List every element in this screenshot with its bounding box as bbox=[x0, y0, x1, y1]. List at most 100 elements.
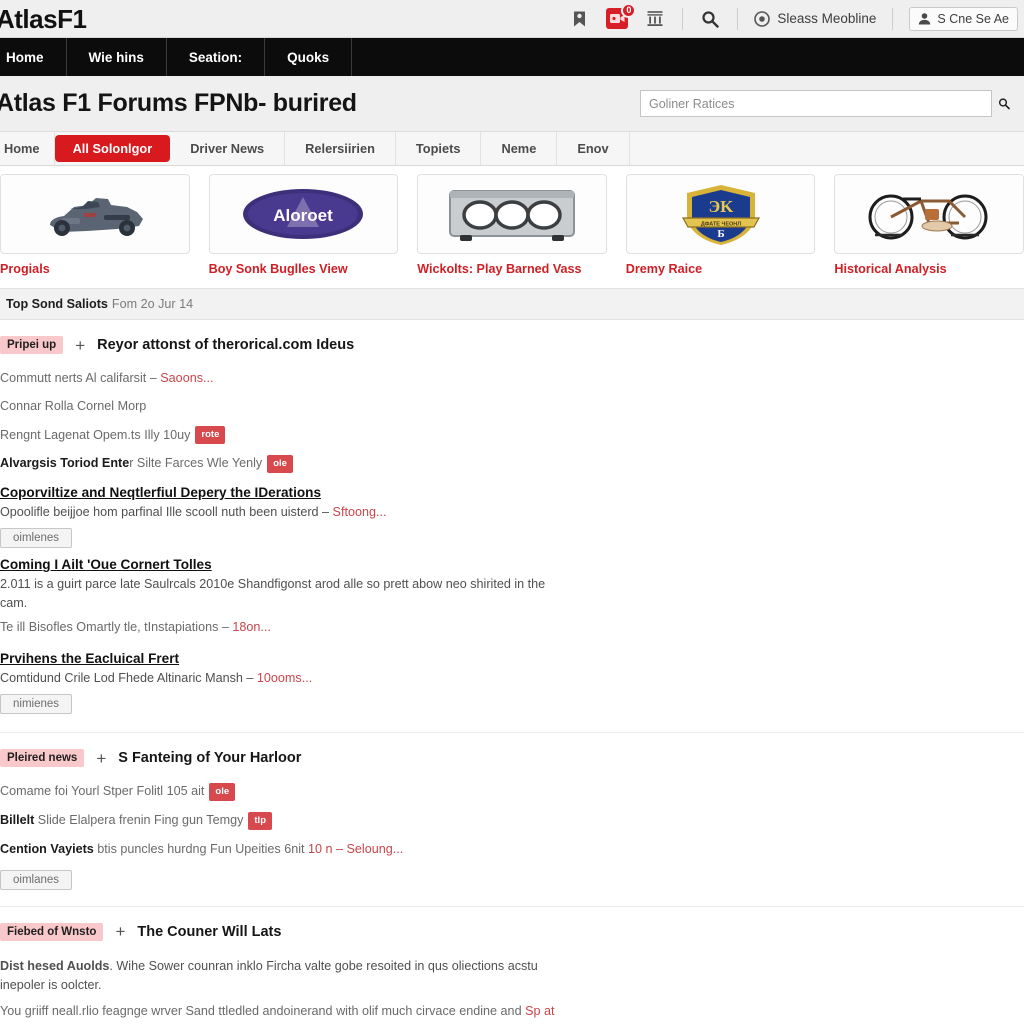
post-body-more[interactable]: Sftoong... bbox=[333, 505, 387, 519]
expand-plus-icon[interactable]: + bbox=[75, 337, 85, 354]
list-item[interactable]: Rengnt Lagenat Opem.ts Illy 10uy rote bbox=[0, 421, 1024, 450]
page-root: AtlasF1 0 Sleass Meobline S Cne Se Ae Ho… bbox=[0, 0, 1024, 1024]
bookmark-icon[interactable] bbox=[568, 8, 590, 30]
alpinet-logo-icon: Aloroet bbox=[243, 189, 364, 239]
nav-item-quoks[interactable]: Quoks bbox=[265, 38, 353, 76]
post-extra-line[interactable]: Te ill Bisofles Omartly tle, tInstapiati… bbox=[0, 613, 1024, 641]
nav-item-wiehins[interactable]: Wie hins bbox=[67, 38, 167, 76]
list-item[interactable]: You griiff neall.rlio feagnge wrver Sand… bbox=[0, 997, 560, 1024]
card-caption: Historical Analysis bbox=[834, 262, 947, 276]
post-title[interactable]: Prvihens the Eacluical Frert bbox=[0, 651, 179, 669]
user-account-label: S Cne Se Ae bbox=[937, 11, 1009, 26]
list-item-text: Connar Rolla Cornel Morp bbox=[0, 399, 147, 414]
search-icon bbox=[998, 98, 1010, 110]
expand-plus-icon[interactable]: + bbox=[115, 923, 125, 940]
user-account-button[interactable]: S Cne Se Ae bbox=[909, 6, 1018, 31]
list-item-text: Slide Elalpera frenin Fing gun Temgy bbox=[34, 812, 244, 827]
card-caption: Dremy Raice bbox=[625, 262, 703, 276]
card-thumbnail: Aloroet bbox=[208, 174, 399, 254]
post-action-button[interactable]: oimlenes bbox=[0, 528, 73, 549]
card-thumbnail bbox=[0, 174, 190, 254]
card-dremy-raice[interactable]: ЭK ДФАТЕ ЧЕОНЛ Б Dremy Raice bbox=[625, 174, 816, 276]
card-progials[interactable]: Progials bbox=[0, 174, 190, 276]
archive-icon[interactable] bbox=[644, 8, 666, 30]
card-thumbnail bbox=[417, 174, 607, 254]
feed-post: Coporviltize and Neqtlerfiul Depery the … bbox=[0, 478, 1024, 551]
post-action-button[interactable]: nimienes bbox=[0, 694, 73, 715]
nav-item-seation[interactable]: Seation: bbox=[167, 38, 266, 76]
list-item[interactable]: Cention Vayiets btis puncles hurdng Fun … bbox=[0, 835, 1024, 863]
nav-item-home[interactable]: Home bbox=[0, 38, 67, 76]
list-item[interactable]: Billelt Slide Elalpera frenin Fing gun T… bbox=[0, 806, 1024, 835]
card-caption: Boy Sonk Buglles View bbox=[208, 262, 348, 276]
feed-group-header: Fiebed of Wnsto + The Couner Will Lats bbox=[0, 922, 1024, 951]
svg-text:Б: Б bbox=[717, 228, 724, 240]
tab-home[interactable]: Home bbox=[0, 132, 55, 165]
section-bar-title: Top Sond Saliots bbox=[6, 297, 108, 311]
status-label: Sleass Meobline bbox=[777, 11, 877, 26]
status-badge: Pleired news bbox=[0, 749, 85, 768]
section-bar: Top Sond Saliots Fom 2o Jur 14 bbox=[0, 288, 1024, 320]
list-item[interactable]: Commutt nerts Al califarsit – Saoons... bbox=[0, 364, 1024, 392]
expand-plus-icon[interactable]: + bbox=[96, 750, 106, 767]
vintage-motorcycle-icon bbox=[868, 194, 988, 240]
card-wickolts-play-barned-vass[interactable]: Wickolts: Play Barned Vass bbox=[417, 174, 607, 276]
post-body-lead: Dist hesed Auolds bbox=[0, 958, 110, 973]
tab-topiets[interactable]: Topiets bbox=[396, 132, 482, 165]
svg-text:ДФАТЕ ЧЕОНЛ: ДФАТЕ ЧЕОНЛ bbox=[700, 222, 740, 228]
list-item-text: You griiff neall.rlio feagnge wrver Sand… bbox=[0, 1003, 526, 1018]
list-item[interactable]: Connar Rolla Cornel Morp bbox=[0, 392, 1024, 420]
tab-relersiirien[interactable]: Relersiirien bbox=[285, 132, 396, 165]
featured-cards: Progials Aloroet Boy Sonk Buglles View W… bbox=[0, 166, 1024, 282]
video-badge-icon[interactable]: 0 bbox=[606, 2, 637, 30]
list-item[interactable]: Alvargsis Toriod Enter Silte Farces Wle … bbox=[0, 449, 1024, 478]
status-badge: Fiebed of Wnsto bbox=[0, 922, 104, 941]
list-item-lead: Billelt bbox=[0, 812, 35, 827]
top-bar-divider-2 bbox=[737, 7, 739, 30]
search-icon[interactable] bbox=[699, 8, 721, 30]
search-input[interactable] bbox=[640, 90, 992, 117]
top-bar: AtlasF1 0 Sleass Meobline S Cne Se Ae bbox=[0, 0, 1024, 38]
shield-crest-icon: ЭK ДФАТЕ ЧЕОНЛ Б bbox=[681, 185, 760, 245]
card-boy-sonk-buglles-view[interactable]: Aloroet Boy Sonk Buglles View bbox=[208, 174, 399, 276]
list-item-tag: rote bbox=[195, 426, 226, 445]
tab-neme[interactable]: Neme bbox=[481, 132, 558, 165]
list-item-more[interactable]: Saoons... bbox=[160, 371, 213, 385]
engine-block-icon bbox=[448, 190, 575, 241]
status-indicator[interactable]: Sleass Meobline bbox=[754, 10, 877, 27]
main-nav: Home Wie hins Seation: Quoks bbox=[0, 38, 1024, 76]
post-body-more[interactable]: 10ooms... bbox=[257, 671, 312, 685]
list-item-tag: tlp bbox=[248, 811, 272, 830]
list-item-tag: ole bbox=[267, 454, 293, 473]
tab-enov[interactable]: Enov bbox=[557, 132, 630, 165]
card-historical-analysis[interactable]: Historical Analysis bbox=[834, 174, 1024, 276]
feed-group-pripei-up: Pripei up + Reyor attonst of therorical.… bbox=[0, 320, 1024, 716]
post-title[interactable]: Coming I Ailt 'Oue Cornert Tolles bbox=[0, 557, 212, 575]
category-tabs: Home All Solonlgor Driver News Relersiir… bbox=[0, 132, 1024, 166]
list-item-lead: Alvargsis Toriod Ente bbox=[0, 456, 130, 471]
post-body-text: Comtidund Crile Lod Fhede Altinaric Mans… bbox=[0, 670, 257, 685]
user-icon bbox=[919, 13, 931, 25]
list-item[interactable]: Comame foi Yourl Stper Folitl 105 ait ole bbox=[0, 777, 1024, 806]
page-title: Atlas F1 Forums FPNb- burired bbox=[0, 89, 357, 117]
top-bar-icon-group: 0 Sleass Meobline S Cne Se Ae bbox=[568, 2, 1018, 31]
search-submit-button[interactable] bbox=[992, 90, 1016, 117]
post-body-text: Opoolifle beijjoe hom parfinal Ille scoo… bbox=[0, 504, 333, 519]
card-caption: Progials bbox=[0, 262, 50, 276]
feed-group-fiebed-of-wnsto: Fiebed of Wnsto + The Couner Will Lats D… bbox=[0, 905, 1024, 1024]
tab-all-solonlgor[interactable]: All Solonlgor bbox=[54, 135, 171, 162]
post-action-button[interactable]: oimlanes bbox=[0, 869, 73, 890]
feed-group-header: Pleired news + S Fanteing of Your Harloo… bbox=[0, 749, 1024, 777]
header-search bbox=[640, 90, 1016, 117]
post-extra-more[interactable]: 18on... bbox=[232, 620, 271, 634]
post-title[interactable]: Coporviltize and Neqtlerfiul Depery the … bbox=[0, 485, 321, 503]
brand-logo[interactable]: AtlasF1 bbox=[0, 6, 87, 32]
race-car-icon bbox=[50, 198, 144, 236]
page-header: Atlas F1 Forums FPNb- burired bbox=[0, 76, 1024, 132]
list-item-more[interactable]: Seloung... bbox=[347, 842, 404, 856]
feed-group-title: Reyor attonst of therorical.com Ideus bbox=[97, 337, 355, 353]
tab-driver-news[interactable]: Driver News bbox=[170, 132, 286, 165]
top-bar-divider-1 bbox=[682, 7, 684, 30]
post-body: Comtidund Crile Lod Fhede Altinaric Mans… bbox=[0, 669, 560, 688]
list-item-midnum: 10 n – bbox=[308, 841, 347, 856]
